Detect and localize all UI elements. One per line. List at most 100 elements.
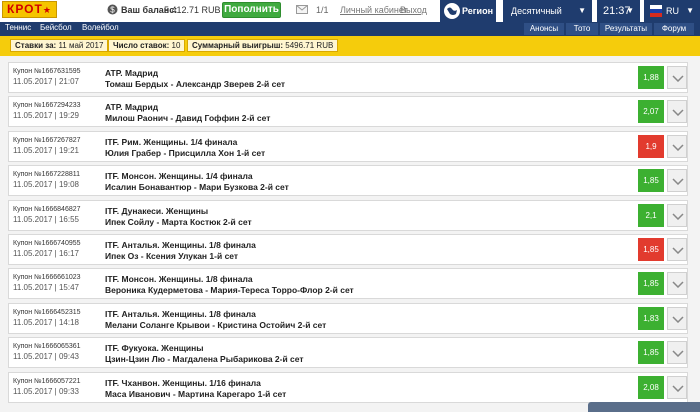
bet-row[interactable]: Купон №1667294233 11.05.2017 | 19:29 ATP. … (8, 96, 688, 128)
event-name: ITF. Анталья. Женщины. 1/8 финала (105, 308, 256, 319)
bet-row[interactable]: Купон №1666740955 11.05.2017 | 16:17 ITF. … (8, 234, 688, 265)
coupon-number[interactable]: Купон №1666661023 (13, 274, 81, 281)
odd-badge: 1,88 (638, 66, 664, 89)
odds-format-value: Десятичный (511, 6, 562, 16)
coupon-number[interactable]: Купон №1666740955 (13, 240, 81, 247)
odd-badge: 1,85 (638, 238, 664, 261)
bet-date: 11.05.2017 | 19:21 (13, 145, 79, 155)
bet-date: 11.05.2017 | 16:55 (13, 214, 79, 224)
coupon-number[interactable]: Купон №1666065361 (13, 343, 81, 350)
logo-text: КРОТ (7, 2, 43, 16)
odd-badge: 2,1 (638, 203, 664, 227)
chevron-down-icon (672, 247, 684, 254)
expand-button[interactable] (667, 134, 687, 158)
period-label: Ставки за: (15, 41, 57, 50)
nav-button-toto[interactable]: Тото (566, 23, 598, 35)
expand-button[interactable] (667, 238, 687, 261)
bet-date: 11.05.2017 | 19:08 (13, 180, 79, 190)
topup-button[interactable]: Пополнить (222, 2, 281, 18)
total-value: 5496.71 RUB (285, 41, 334, 50)
bet-row[interactable]: Купон №1666452315 11.05.2017 | 14:18 ITF. … (8, 302, 688, 334)
event-name: ATP. Мадрид (105, 68, 159, 78)
chevron-down-icon: ▼ (626, 6, 634, 15)
coupon-number[interactable]: Купон №1667228811 (13, 171, 80, 178)
messages-count[interactable]: 1/1 (316, 5, 329, 15)
expand-button[interactable] (667, 66, 687, 89)
bet-row[interactable]: Купон №1667228811 11.05.2017 | 19:08 ITF. … (8, 165, 688, 197)
coupon-number[interactable]: Купон №1666846827 (13, 206, 81, 213)
bet-row[interactable]: Купон №1667631595 11.05.2017 | 21:07 ATP. … (8, 62, 688, 93)
bet-date: 11.05.2017 | 09:33 (13, 386, 79, 396)
expand-button[interactable] (667, 306, 687, 330)
odd-badge: 2,08 (638, 375, 664, 399)
chevron-down-icon (672, 178, 684, 186)
expand-button[interactable] (667, 203, 687, 227)
bet-row[interactable]: Купон №1667267827 11.05.2017 | 19:21 ITF. … (8, 130, 688, 162)
odd-badge: 1,85 (638, 169, 664, 193)
bet-date: 11.05.2017 | 21:07 (13, 77, 79, 86)
coupon-number[interactable]: Купон №1667294233 (13, 102, 81, 109)
coupon-number[interactable]: Купон №1666057221 (13, 378, 81, 385)
match-name: Милош Раонич - Давид Гоффин 2-й сет (105, 113, 271, 124)
site-logo[interactable]: КРОТ★ (2, 1, 57, 18)
coupon-number[interactable]: Купон №1667631595 (13, 68, 81, 75)
time-select[interactable]: 21:37 ▼ (597, 0, 640, 22)
period-filter[interactable]: Ставки за: 11 май 2017 (10, 39, 109, 52)
bet-row[interactable]: Купон №1666065361 11.05.2017 | 09:43 ITF. … (8, 337, 688, 369)
expand-button[interactable] (667, 341, 687, 365)
chevron-down-icon (672, 316, 684, 323)
feedback-tab[interactable] (588, 402, 700, 412)
odd-badge: 2,07 (638, 100, 664, 124)
sport-nav: Теннис Бейсбол Волейбол Анонсы Тото Резу… (0, 22, 700, 36)
nav-item-baseball[interactable]: Бейсбол (40, 23, 72, 32)
chevron-down-icon (672, 213, 684, 220)
bet-row[interactable]: Купон №1666661023 11.05.2017 | 15:47 ITF. … (8, 268, 688, 300)
match-name: Томаш Бердых - Александр Зверев 2-й сет (105, 79, 286, 89)
chevron-down-icon (672, 109, 684, 117)
expand-button[interactable] (667, 375, 687, 399)
bet-row[interactable]: Купон №1666057221 11.05.2017 | 09:33 ITF. … (8, 371, 688, 403)
event-name: ITF. Чханвон. Женщины. 1/16 финала (105, 377, 261, 388)
period-value: 11 май 2017 (58, 41, 104, 50)
chevron-down-icon: ▼ (578, 6, 586, 15)
event-name: ITF. Дунакеси. Женщины (105, 205, 209, 216)
coupon-number[interactable]: Купон №1667267827 (13, 137, 81, 144)
bet-list: Купон №1667631595 11.05.2017 | 21:07 ATP. … (0, 56, 700, 412)
top-bar: КРОТ★ $ Ваш баланс: 5 412.71 RUB Пополни… (0, 0, 700, 22)
wallet-icon: $ (107, 4, 118, 15)
odd-badge: 1,9 (638, 134, 664, 158)
match-name: Маса Иванович - Мартина Карегаро 1-й сет (105, 388, 287, 399)
total-win-box: Суммарный выигрыш: 5496.71 RUB (187, 39, 339, 52)
svg-text:$: $ (110, 6, 115, 15)
coupon-number[interactable]: Купон №1666452315 (13, 309, 81, 316)
expand-button[interactable] (667, 100, 687, 124)
chevron-down-icon (672, 281, 684, 289)
nav-item-volleyball[interactable]: Волейбол (82, 23, 119, 32)
bet-row[interactable]: Купон №1666846827 11.05.2017 | 16:55 ITF. … (8, 199, 688, 231)
nav-item-tennis[interactable]: Теннис (5, 23, 31, 32)
odds-format-select[interactable]: Десятичный ▼ (503, 0, 592, 22)
bet-date: 11.05.2017 | 16:17 (13, 249, 79, 258)
bet-date: 11.05.2017 | 15:47 (13, 283, 79, 293)
match-name: Мелани Соланге Крывои - Кристина Остойич… (105, 319, 327, 330)
bet-date: 11.05.2017 | 14:18 (13, 317, 79, 327)
match-name: Исалин Бонавантюр - Мари Бузкова 2-й сет (105, 182, 289, 193)
filter-bar: Ставки за: 11 май 2017 Число ставок: 10 … (0, 36, 700, 56)
bet-date: 11.05.2017 | 09:43 (13, 352, 79, 362)
match-name: Цзин-Цзин Лю - Магдалена Рыбарикова 2-й … (105, 354, 304, 365)
nav-button-announces[interactable]: Анонсы (524, 23, 564, 35)
nav-button-forum[interactable]: Форум (654, 23, 694, 35)
expand-button[interactable] (667, 272, 687, 296)
chevron-down-icon (672, 75, 684, 82)
logout-link[interactable]: Выход (400, 5, 427, 15)
chevron-down-icon (672, 144, 684, 151)
bet-count-box: Число ставок: 10 (108, 39, 186, 52)
expand-button[interactable] (667, 169, 687, 193)
chevron-down-icon (672, 350, 684, 358)
nav-button-results[interactable]: Результаты (600, 23, 652, 35)
event-name: ATP. Мадрид (105, 102, 159, 113)
cabinet-link[interactable]: Личный кабинет (340, 5, 408, 15)
mail-icon[interactable] (296, 5, 308, 14)
globe-icon (444, 3, 460, 19)
count-value: 10 (171, 41, 181, 50)
